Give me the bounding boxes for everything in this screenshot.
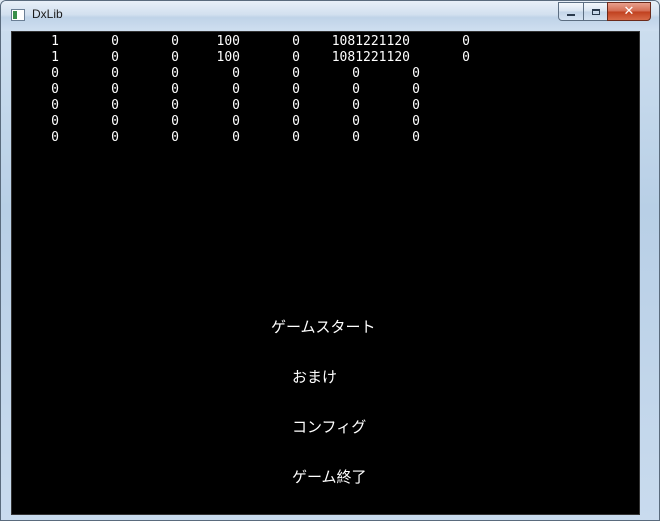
menu-item-config[interactable]: コンフィグ <box>292 416 366 437</box>
game-screen[interactable]: 1 0 0 100 0 1081221120 0 1 0 0 100 0 1081221120 0 0 0 0 0… <box>11 31 640 515</box>
menu-item-game-start[interactable]: ゲームスタート <box>271 316 376 337</box>
menu-item-game-exit[interactable]: ゲーム終了 <box>292 466 367 487</box>
menu-item-extras[interactable]: おまけ <box>292 366 337 387</box>
debug-cell: 0 <box>412 66 420 81</box>
minimize-icon <box>567 13 575 16</box>
debug-cell: 0 <box>462 50 470 65</box>
debug-cell: 0 <box>412 114 420 129</box>
minimize-button[interactable] <box>558 2 584 21</box>
close-button[interactable]: ✕ <box>607 2 651 21</box>
maximize-button[interactable] <box>583 2 608 21</box>
debug-cell: 0 <box>412 82 420 97</box>
title-bar[interactable]: DxLib ✕ <box>1 1 659 31</box>
maximize-icon <box>591 8 600 15</box>
debug-cell: 0 <box>462 34 470 49</box>
window-title: DxLib <box>32 7 63 21</box>
debug-cell: 0 <box>412 130 420 145</box>
close-icon: ✕ <box>623 4 635 19</box>
debug-cell: 0 <box>412 98 420 113</box>
app-icon[interactable] <box>11 9 25 21</box>
app-window: DxLib ✕ 1 0 0 100 0 1081221120 0 1 0 0 100 0 1081221… <box>0 0 660 521</box>
